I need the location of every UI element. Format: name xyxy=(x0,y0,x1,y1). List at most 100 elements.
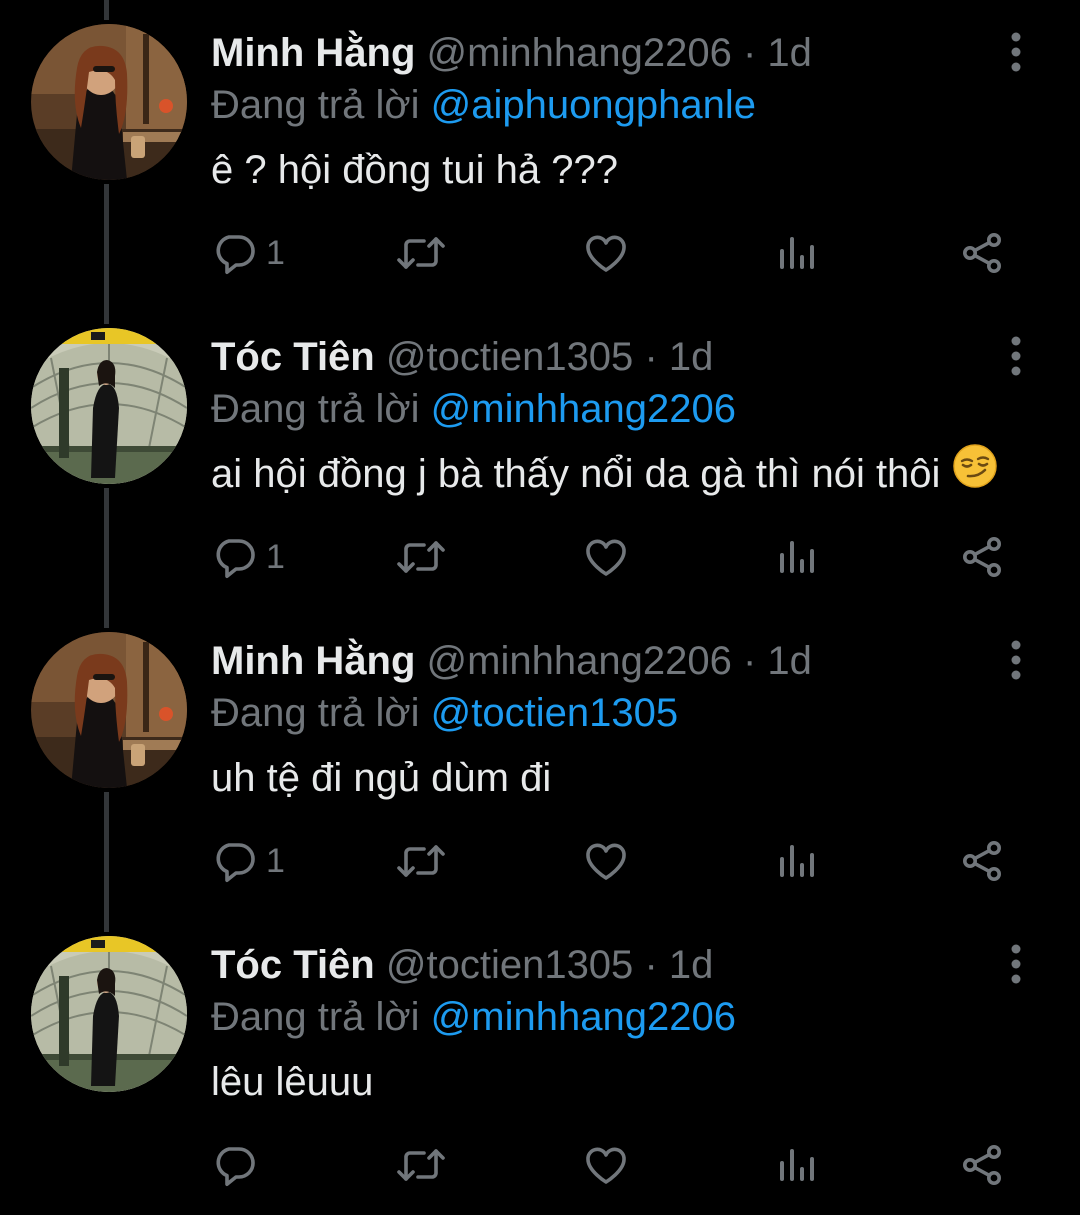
reply-context: Đang trả lời @minhhang2206 xyxy=(211,384,736,434)
share-button[interactable] xyxy=(958,226,1006,280)
replying-to-label: Đang trả lời xyxy=(211,83,420,127)
reply-button[interactable]: 1 xyxy=(210,226,285,280)
reply-count: 1 xyxy=(266,841,285,880)
separator-dot: · xyxy=(644,943,658,987)
tweet-header: Tóc Tiên @toctien1305 · 1d xyxy=(211,940,713,990)
timestamp[interactable]: 1d xyxy=(669,335,714,379)
share-button[interactable] xyxy=(958,1138,1006,1192)
reply-icon xyxy=(216,235,255,274)
tweet-text-content: ai hội đồng j bà thấy nổi da gà thì nói … xyxy=(211,452,941,496)
reply-button[interactable]: 1 xyxy=(210,530,285,584)
like-button[interactable] xyxy=(582,530,630,584)
tweet-text-content: ê ? hội đồng tui hả ??? xyxy=(211,148,619,192)
tweet-actions: 1 xyxy=(210,226,1010,280)
reply-context: Đang trả lời @toctien1305 xyxy=(211,688,678,738)
tweet-text-content: uh tệ đi ngủ dùm đi xyxy=(211,756,552,800)
timestamp[interactable]: 1d xyxy=(767,31,812,75)
tweet-text: ê ? hội đồng tui hả ??? xyxy=(211,142,618,198)
replying-to-label: Đang trả lời xyxy=(211,691,420,735)
heart-icon xyxy=(586,1147,626,1184)
avatar[interactable] xyxy=(31,936,187,1092)
avatar[interactable] xyxy=(31,24,187,180)
user-handle[interactable]: @minhhang2206 xyxy=(427,31,732,75)
more-vertical-icon xyxy=(1011,640,1021,680)
tweet-actions: 1 xyxy=(210,834,1010,888)
reply-button[interactable] xyxy=(210,1138,266,1192)
more-vertical-icon xyxy=(1011,336,1021,376)
tweet[interactable]: Tóc Tiên @toctien1305 · 1d Đang trả lời … xyxy=(0,304,1080,607)
tweet[interactable]: Minh Hằng @minhhang2206 · 1d Đang trả lờ… xyxy=(0,0,1080,303)
analytics-icon xyxy=(780,237,814,269)
views-button[interactable] xyxy=(772,1138,820,1192)
reply-context: Đang trả lời @minhhang2206 xyxy=(211,992,736,1042)
analytics-icon xyxy=(780,845,814,877)
views-button[interactable] xyxy=(772,226,820,280)
heart-icon xyxy=(586,235,626,272)
more-options-button[interactable] xyxy=(996,940,1040,988)
like-button[interactable] xyxy=(582,226,630,280)
share-icon xyxy=(963,537,1001,577)
tweet[interactable]: Tóc Tiên @toctien1305 · 1d Đang trả lời … xyxy=(0,912,1080,1215)
reply-icon xyxy=(216,539,255,578)
display-name[interactable]: Tóc Tiên xyxy=(211,943,375,987)
like-button[interactable] xyxy=(582,834,630,888)
share-icon xyxy=(963,841,1001,881)
retweet-button[interactable] xyxy=(394,530,448,584)
tweet-actions: 1 xyxy=(210,530,1010,584)
more-options-button[interactable] xyxy=(996,332,1040,380)
retweet-icon xyxy=(397,237,445,269)
reply-button[interactable]: 1 xyxy=(210,834,285,888)
user-handle[interactable]: @minhhang2206 xyxy=(427,639,732,683)
like-button[interactable] xyxy=(582,1138,630,1192)
avatar-minh-hang-image xyxy=(31,24,187,180)
reply-count: 1 xyxy=(266,233,285,272)
display-name[interactable]: Tóc Tiên xyxy=(211,335,375,379)
more-vertical-icon xyxy=(1011,944,1021,984)
retweet-icon xyxy=(397,845,445,877)
avatar-toc-tien-image xyxy=(31,328,187,484)
user-handle[interactable]: @toctien1305 xyxy=(386,335,633,379)
tweet-text: lêu lêuuu xyxy=(211,1054,373,1110)
tweet-header: Minh Hằng @minhhang2206 · 1d xyxy=(211,28,812,78)
more-options-button[interactable] xyxy=(996,636,1040,684)
tweet[interactable]: Minh Hằng @minhhang2206 · 1d Đang trả lờ… xyxy=(0,608,1080,911)
timestamp[interactable]: 1d xyxy=(669,943,714,987)
display-name[interactable]: Minh Hằng xyxy=(211,31,415,75)
tweet-text: uh tệ đi ngủ dùm đi xyxy=(211,750,551,806)
timestamp[interactable]: 1d xyxy=(767,639,812,683)
retweet-button[interactable] xyxy=(394,1138,448,1192)
share-button[interactable] xyxy=(958,530,1006,584)
tweet-header: Minh Hằng @minhhang2206 · 1d xyxy=(211,636,812,686)
avatar[interactable] xyxy=(31,632,187,788)
smirking-face-emoji-icon xyxy=(952,443,998,504)
analytics-icon xyxy=(780,1149,814,1181)
reply-count: 1 xyxy=(266,537,285,576)
retweet-button[interactable] xyxy=(394,834,448,888)
tweet-text-content: lêu lêuuu xyxy=(211,1060,374,1104)
reply-to-mention[interactable]: @minhhang2206 xyxy=(431,387,736,431)
tweet-text: ai hội đồng j bà thấy nổi da gà thì nói … xyxy=(211,443,998,504)
replying-to-label: Đang trả lời xyxy=(211,387,420,431)
views-button[interactable] xyxy=(772,530,820,584)
share-icon xyxy=(963,233,1001,273)
reply-to-mention[interactable]: @toctien1305 xyxy=(431,691,678,735)
replying-to-label: Đang trả lời xyxy=(211,995,420,1039)
avatar[interactable] xyxy=(31,328,187,484)
avatar-toc-tien-image xyxy=(31,936,187,1092)
avatar-minh-hang-image xyxy=(31,632,187,788)
separator-dot: · xyxy=(644,335,658,379)
retweet-button[interactable] xyxy=(394,226,448,280)
views-button[interactable] xyxy=(772,834,820,888)
tweet-header: Tóc Tiên @toctien1305 · 1d xyxy=(211,332,713,382)
more-options-button[interactable] xyxy=(996,28,1040,76)
reply-icon xyxy=(216,1147,255,1186)
user-handle[interactable]: @toctien1305 xyxy=(386,943,633,987)
share-icon xyxy=(963,1145,1001,1185)
heart-icon xyxy=(586,539,626,576)
heart-icon xyxy=(586,843,626,880)
display-name[interactable]: Minh Hằng xyxy=(211,639,415,683)
reply-to-mention[interactable]: @minhhang2206 xyxy=(431,995,736,1039)
share-button[interactable] xyxy=(958,834,1006,888)
reply-to-mention[interactable]: @aiphuongphanle xyxy=(431,83,756,127)
more-vertical-icon xyxy=(1011,32,1021,72)
